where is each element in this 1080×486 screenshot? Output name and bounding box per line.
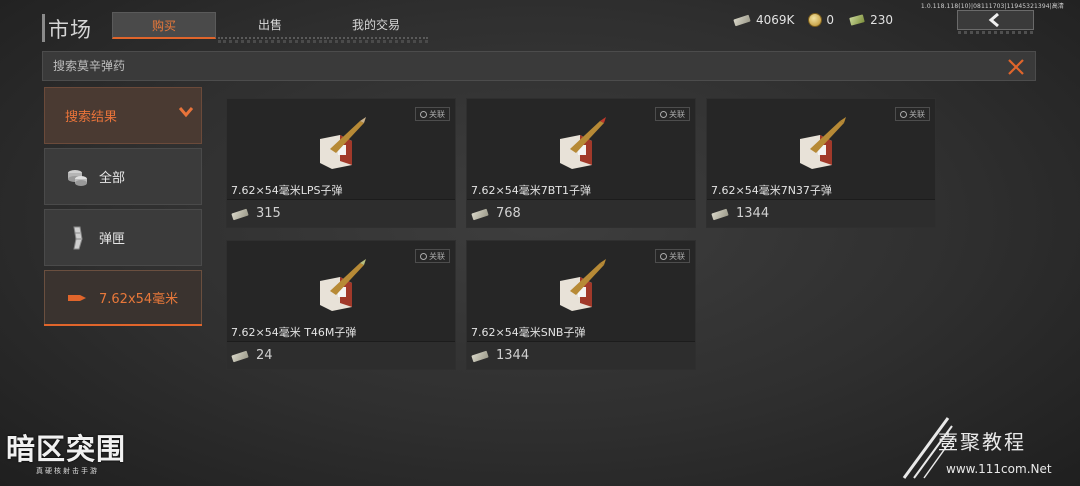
- price-row: 1344: [467, 341, 695, 369]
- cash-value: 4069K: [756, 13, 795, 27]
- cash-icon: [710, 208, 730, 220]
- back-arrow-icon: [988, 13, 999, 27]
- item-card[interactable]: 关联 7.62×54毫米 T46M子弹 24: [226, 240, 456, 370]
- currency-cash: 4069K: [732, 13, 794, 27]
- price-row: 1344: [707, 199, 935, 227]
- title-accent-bar: [42, 14, 45, 42]
- bond-icon: [848, 14, 866, 26]
- version-text: 1.0.118.118(10)|08111703|11945321394|高清: [920, 3, 1064, 10]
- link-label: 关联: [429, 251, 445, 261]
- item-card[interactable]: 关联 7.62×54毫米7BT1子弹 768: [466, 98, 696, 228]
- sidebar-item-search-results[interactable]: 搜索结果: [44, 87, 202, 144]
- chevron-down-icon: [179, 107, 193, 118]
- sidebar-item-label: 全部: [99, 171, 126, 186]
- cash-icon: [470, 208, 490, 220]
- watermark-title: 壹聚教程: [938, 430, 1026, 454]
- site-watermark: 壹聚教程 www.111com.Net: [898, 412, 1078, 486]
- cash-icon: [230, 208, 250, 220]
- item-price: 24: [256, 348, 273, 363]
- price-row: 24: [227, 341, 455, 369]
- tab-buy[interactable]: 购买: [112, 12, 216, 39]
- bond-value: 230: [870, 13, 893, 27]
- item-name: 7.62×54毫米7N37子弹: [711, 184, 832, 197]
- tab-my-trades[interactable]: 我的交易: [324, 12, 428, 43]
- link-button[interactable]: 关联: [895, 107, 930, 121]
- cash-icon: [230, 350, 250, 362]
- item-card[interactable]: 关联 7.62×54毫米SNB子弹 1344: [466, 240, 696, 370]
- search-bar: [42, 51, 1036, 81]
- close-icon[interactable]: [1005, 56, 1027, 78]
- magnifier-icon: [420, 252, 427, 260]
- coins-icon: [65, 165, 89, 189]
- coin-icon: [808, 13, 823, 27]
- link-button[interactable]: 关联: [655, 107, 690, 121]
- link-button[interactable]: 关联: [415, 249, 450, 263]
- back-button[interactable]: [957, 10, 1034, 34]
- currency-bond: 230: [848, 13, 893, 27]
- magnifier-icon: [660, 252, 667, 260]
- item-name: 7.62×54毫米 T46M子弹: [231, 326, 357, 339]
- item-card[interactable]: 关联 7.62×54毫米LPS子弹 315: [226, 98, 456, 228]
- game-logo-title: 暗区突围: [6, 432, 127, 466]
- game-logo-slogan: 真硬核射击手游: [36, 467, 99, 475]
- price-row: 768: [467, 199, 695, 227]
- currency-coin: 0: [808, 13, 834, 27]
- link-button[interactable]: 关联: [415, 107, 450, 121]
- item-name: 7.62×54毫米7BT1子弹: [471, 184, 591, 197]
- ammo-box-icon: [320, 117, 366, 169]
- sidebar-item-all[interactable]: 全部: [44, 148, 202, 205]
- bullet-icon: [65, 286, 89, 310]
- item-card[interactable]: 关联 7.62×54毫米7N37子弹 1344: [706, 98, 936, 228]
- page-title: 市场: [48, 18, 92, 42]
- market-tabs: 购买 出售 我的交易: [112, 12, 428, 43]
- link-label: 关联: [669, 109, 685, 119]
- price-row: 315: [227, 199, 455, 227]
- sidebar-item-magazine[interactable]: 弹匣: [44, 209, 202, 266]
- item-price: 315: [256, 206, 281, 221]
- cash-icon: [470, 350, 490, 362]
- ammo-box-icon: [320, 259, 366, 311]
- cash-icon: [732, 14, 752, 26]
- magnifier-icon: [660, 110, 667, 118]
- currency-bar: 4069K 0 230: [732, 13, 907, 27]
- magnifier-icon: [900, 110, 907, 118]
- item-price: 1344: [736, 206, 770, 221]
- search-input[interactable]: [53, 52, 953, 80]
- coin-value: 0: [826, 13, 835, 27]
- watermark-url: www.111com.Net: [946, 462, 1052, 476]
- sidebar-item-label: 弹匣: [99, 232, 126, 247]
- link-label: 关联: [669, 251, 685, 261]
- ammo-box-icon: [560, 117, 606, 169]
- item-price: 768: [496, 206, 521, 221]
- magazine-icon: [65, 226, 89, 250]
- ammo-box-icon: [560, 259, 606, 311]
- link-label: 关联: [429, 109, 445, 119]
- sidebar-item-label: 搜索结果: [65, 110, 118, 125]
- item-name: 7.62×54毫米SNB子弹: [471, 326, 586, 339]
- sidebar-item-caliber[interactable]: 7.62x54毫米: [44, 270, 202, 326]
- sidebar-item-label: 7.62x54毫米: [99, 292, 179, 307]
- game-logo: 暗区突围 真硬核射击手游: [6, 432, 166, 486]
- tab-sell[interactable]: 出售: [218, 12, 322, 43]
- ammo-box-icon: [800, 117, 846, 169]
- item-price: 1344: [496, 348, 530, 363]
- link-button[interactable]: 关联: [655, 249, 690, 263]
- magnifier-icon: [420, 110, 427, 118]
- link-label: 关联: [909, 109, 925, 119]
- item-name: 7.62×54毫米LPS子弹: [231, 184, 343, 197]
